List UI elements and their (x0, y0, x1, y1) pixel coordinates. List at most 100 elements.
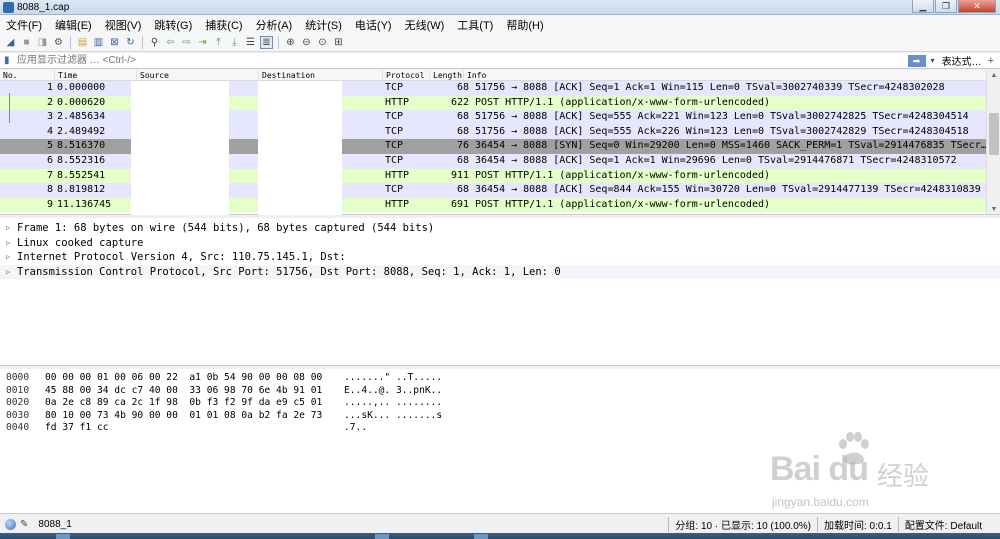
cell-no: 5 (46, 140, 53, 152)
expression-button[interactable]: 表达式… (942, 53, 982, 68)
detail-linux-cooked[interactable]: ▷ Linux cooked capture (0, 236, 1000, 251)
stop-icon[interactable]: ■ (20, 36, 33, 49)
expand-arrow-icon[interactable]: ▷ (6, 250, 17, 265)
apply-filter-button[interactable]: ➡ (907, 54, 926, 67)
add-filter-button[interactable]: + (988, 55, 994, 67)
cell-time: 8.552541 (57, 169, 106, 181)
col-header-no[interactable]: No. (0, 70, 55, 80)
menu-edit[interactable]: 编辑(E) (55, 17, 92, 33)
colorize-icon[interactable]: ≣ (260, 36, 273, 49)
col-header-destination[interactable]: Destination (259, 70, 383, 80)
taskbar-item[interactable] (375, 534, 389, 539)
cell-time: 0.000000 (57, 82, 106, 93)
menu-telephony[interactable]: 电话(Y) (355, 17, 392, 33)
packet-list-header: No. Time Source Destination Protocol Len… (0, 70, 1000, 81)
cell-time: 8.819812 (57, 184, 106, 196)
zoom-in-icon[interactable]: ⊕ (284, 36, 297, 49)
taskbar (0, 533, 1000, 539)
col-header-source[interactable]: Source (137, 70, 259, 80)
detail-ipv4[interactable]: ▷ Internet Protocol Version 4, Src: 110.7… (0, 250, 1000, 265)
cell-time: 2.489492 (57, 125, 106, 137)
menu-tools[interactable]: 工具(T) (457, 17, 493, 33)
cell-length: 76 (456, 140, 469, 152)
cell-length: 68 (456, 111, 469, 123)
byte-offset: 0000 (6, 372, 30, 383)
menu-go[interactable]: 跳转(G) (154, 17, 192, 33)
cell-no: 7 (46, 169, 53, 181)
menu-analyze[interactable]: 分析(A) (256, 17, 293, 33)
col-header-length[interactable]: Length (430, 70, 464, 80)
save-icon[interactable]: ▥ (92, 36, 105, 49)
byte-row[interactable]: 0010 45 88 00 34 dc c7 40 00 33 06 98 70 … (0, 385, 1000, 398)
menu-statistics[interactable]: 统计(S) (305, 17, 342, 33)
cell-time: 8.552316 (57, 154, 106, 166)
expert-info-icon[interactable] (5, 519, 16, 530)
options-icon[interactable]: ⚙ (52, 36, 65, 49)
col-header-info[interactable]: Info (464, 70, 1000, 80)
byte-offset: 0020 (6, 397, 30, 409)
cell-protocol: TCP (385, 82, 404, 93)
col-header-protocol[interactable]: Protocol (383, 70, 430, 80)
cell-info: POST HTTP/1.1 (application/x-www-form-ur… (475, 96, 771, 108)
byte-row[interactable]: 0040 fd 37 f1 cc .7.. (0, 422, 1000, 435)
status-packets: 分组: 10 · 已显示: 10 (100.0%) (668, 517, 817, 532)
packet-list-scrollbar[interactable]: ▲ ▼ (986, 70, 1000, 214)
byte-row[interactable]: 0030 80 10 00 73 4b 90 00 00 01 01 08 0a … (0, 410, 1000, 423)
detail-frame[interactable]: ▷ Frame 1: 68 bytes on wire (544 bits), 6… (0, 221, 1000, 236)
expand-arrow-icon[interactable]: ▷ (6, 221, 17, 236)
cell-length: 68 (456, 125, 469, 137)
taskbar-item[interactable] (474, 534, 488, 539)
goto-icon[interactable]: ⇥ (196, 36, 209, 49)
menu-view[interactable]: 视图(V) (105, 17, 142, 33)
normal-size-icon[interactable]: ⊙ (316, 36, 329, 49)
last-icon[interactable]: ⤓ (228, 36, 241, 49)
scroll-down-icon[interactable]: ▼ (987, 204, 1000, 214)
col-header-time[interactable]: Time (55, 70, 137, 80)
byte-row[interactable]: 0000 00 00 00 01 00 06 00 22 a1 0b 54 90 … (0, 372, 1000, 385)
open-icon[interactable]: ▤ (76, 36, 89, 49)
menu-bar: 文件(F) 编辑(E) 视图(V) 跳转(G) 捕获(C) 分析(A) 统计(S… (0, 15, 1000, 34)
resize-columns-icon[interactable]: ⊞ (332, 36, 345, 49)
autoscroll-icon[interactable]: ☰ (244, 36, 257, 49)
close-file-icon[interactable]: ⊠ (108, 36, 121, 49)
bookmark-icon[interactable]: ▮ (4, 55, 14, 67)
window-title: 8088_1.cap (17, 1, 70, 13)
byte-ascii: ......." ..T..... (344, 372, 443, 383)
forward-icon[interactable]: ⇨ (180, 36, 193, 49)
capture-comment-icon[interactable]: ✎ (20, 519, 28, 530)
cell-protocol: TCP (385, 111, 404, 123)
cell-protocol: HTTP (385, 198, 410, 210)
cell-no: 4 (46, 125, 53, 137)
filter-history-dropdown[interactable]: ▾ (928, 56, 938, 65)
cell-length: 622 (450, 96, 469, 108)
back-icon[interactable]: ⇦ (164, 36, 177, 49)
menu-wireless[interactable]: 无线(W) (405, 17, 445, 33)
byte-row[interactable]: 0020 0a 2e c8 89 ca 2c 1f 98 0b f3 f2 9f … (0, 397, 1000, 410)
detail-label: Frame 1: 68 bytes on wire (544 bits), 68… (17, 222, 435, 234)
scroll-thumb[interactable] (989, 113, 999, 155)
byte-hex: 80 10 00 73 4b 90 00 00 01 01 08 0a b2 f… (45, 409, 323, 421)
menu-help[interactable]: 帮助(H) (506, 17, 543, 33)
packet-details: ▷ Frame 1: 68 bytes on wire (544 bits), 6… (0, 218, 1000, 366)
find-icon[interactable]: ⚲ (148, 36, 161, 49)
close-button[interactable]: ✕ (958, 0, 996, 13)
packet-bytes: 0000 00 00 00 01 00 06 00 22 a1 0b 54 90 … (0, 369, 1000, 514)
cell-info: 36454 → 8088 [ACK] Seq=1 Ack=1 Win=29696… (475, 154, 957, 166)
shark-start-icon[interactable]: ◢ (4, 36, 17, 49)
expand-arrow-icon[interactable]: ▷ (6, 265, 17, 280)
zoom-out-icon[interactable]: ⊖ (300, 36, 313, 49)
reload-icon[interactable]: ↻ (124, 36, 137, 49)
status-profile[interactable]: 配置文件: Default (897, 517, 988, 532)
menu-file[interactable]: 文件(F) (6, 17, 42, 33)
restore-button[interactable]: ❐ (935, 0, 957, 13)
minimize-button[interactable]: ▁ (912, 0, 934, 13)
display-filter-input[interactable] (17, 53, 908, 68)
expand-arrow-icon[interactable]: ▷ (6, 236, 17, 251)
scroll-up-icon[interactable]: ▲ (987, 70, 1000, 81)
detail-tcp[interactable]: ▷ Transmission Control Protocol, Src Port… (0, 264, 1000, 280)
byte-offset: 0040 (6, 422, 30, 434)
taskbar-item[interactable] (56, 534, 70, 539)
restart-icon[interactable]: ◨ (36, 36, 49, 49)
menu-capture[interactable]: 捕获(C) (205, 17, 242, 33)
first-icon[interactable]: ⤒ (212, 36, 225, 49)
